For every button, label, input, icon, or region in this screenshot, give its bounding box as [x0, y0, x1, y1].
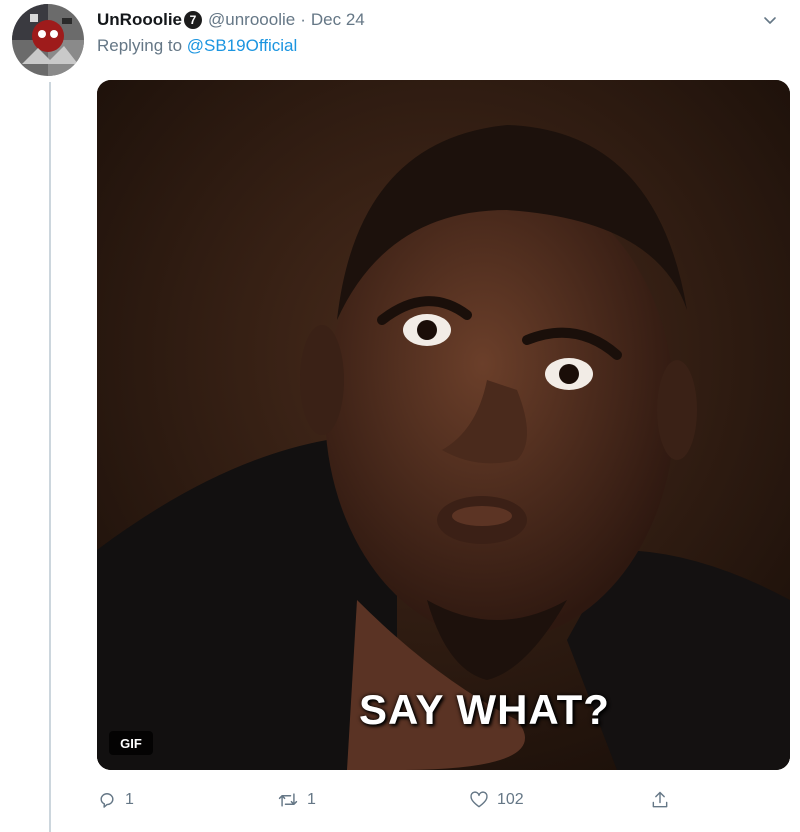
- chevron-down-icon[interactable]: [760, 10, 780, 30]
- tweet-header: UnRooolie 7 @unrooolie · Dec 24: [97, 6, 780, 34]
- replying-prefix: Replying to: [97, 36, 187, 55]
- like-count: 102: [497, 791, 524, 808]
- gif-caption: SAY WHAT?: [359, 686, 610, 733]
- gif-badge: GIF: [109, 731, 153, 755]
- replying-to: Replying to @SB19Official: [97, 36, 297, 56]
- gif-frame: [97, 80, 790, 770]
- retweet-button[interactable]: 1: [277, 790, 316, 810]
- mention-link[interactable]: @SB19Official: [187, 36, 298, 55]
- retweet-count: 1: [307, 791, 316, 808]
- share-button[interactable]: [650, 790, 670, 810]
- reply-button[interactable]: 1: [97, 790, 134, 810]
- reply-icon: [97, 790, 117, 810]
- avatar[interactable]: [12, 4, 84, 76]
- handle[interactable]: @unrooolie: [208, 10, 295, 30]
- separator-dot: ·: [300, 10, 306, 29]
- gif-media[interactable]: SAY WHAT? GIF: [97, 80, 790, 770]
- emoji-badge: 7: [184, 11, 202, 29]
- heart-icon: [469, 790, 489, 810]
- display-name[interactable]: UnRooolie: [97, 10, 182, 30]
- like-button[interactable]: 102: [469, 790, 524, 810]
- reply-count: 1: [125, 791, 134, 808]
- thread-line: [49, 82, 51, 832]
- tweet-date[interactable]: Dec 24: [311, 10, 365, 30]
- share-icon: [650, 790, 670, 810]
- retweet-icon: [277, 790, 299, 810]
- tweet-actions: 1 1 102: [97, 790, 697, 820]
